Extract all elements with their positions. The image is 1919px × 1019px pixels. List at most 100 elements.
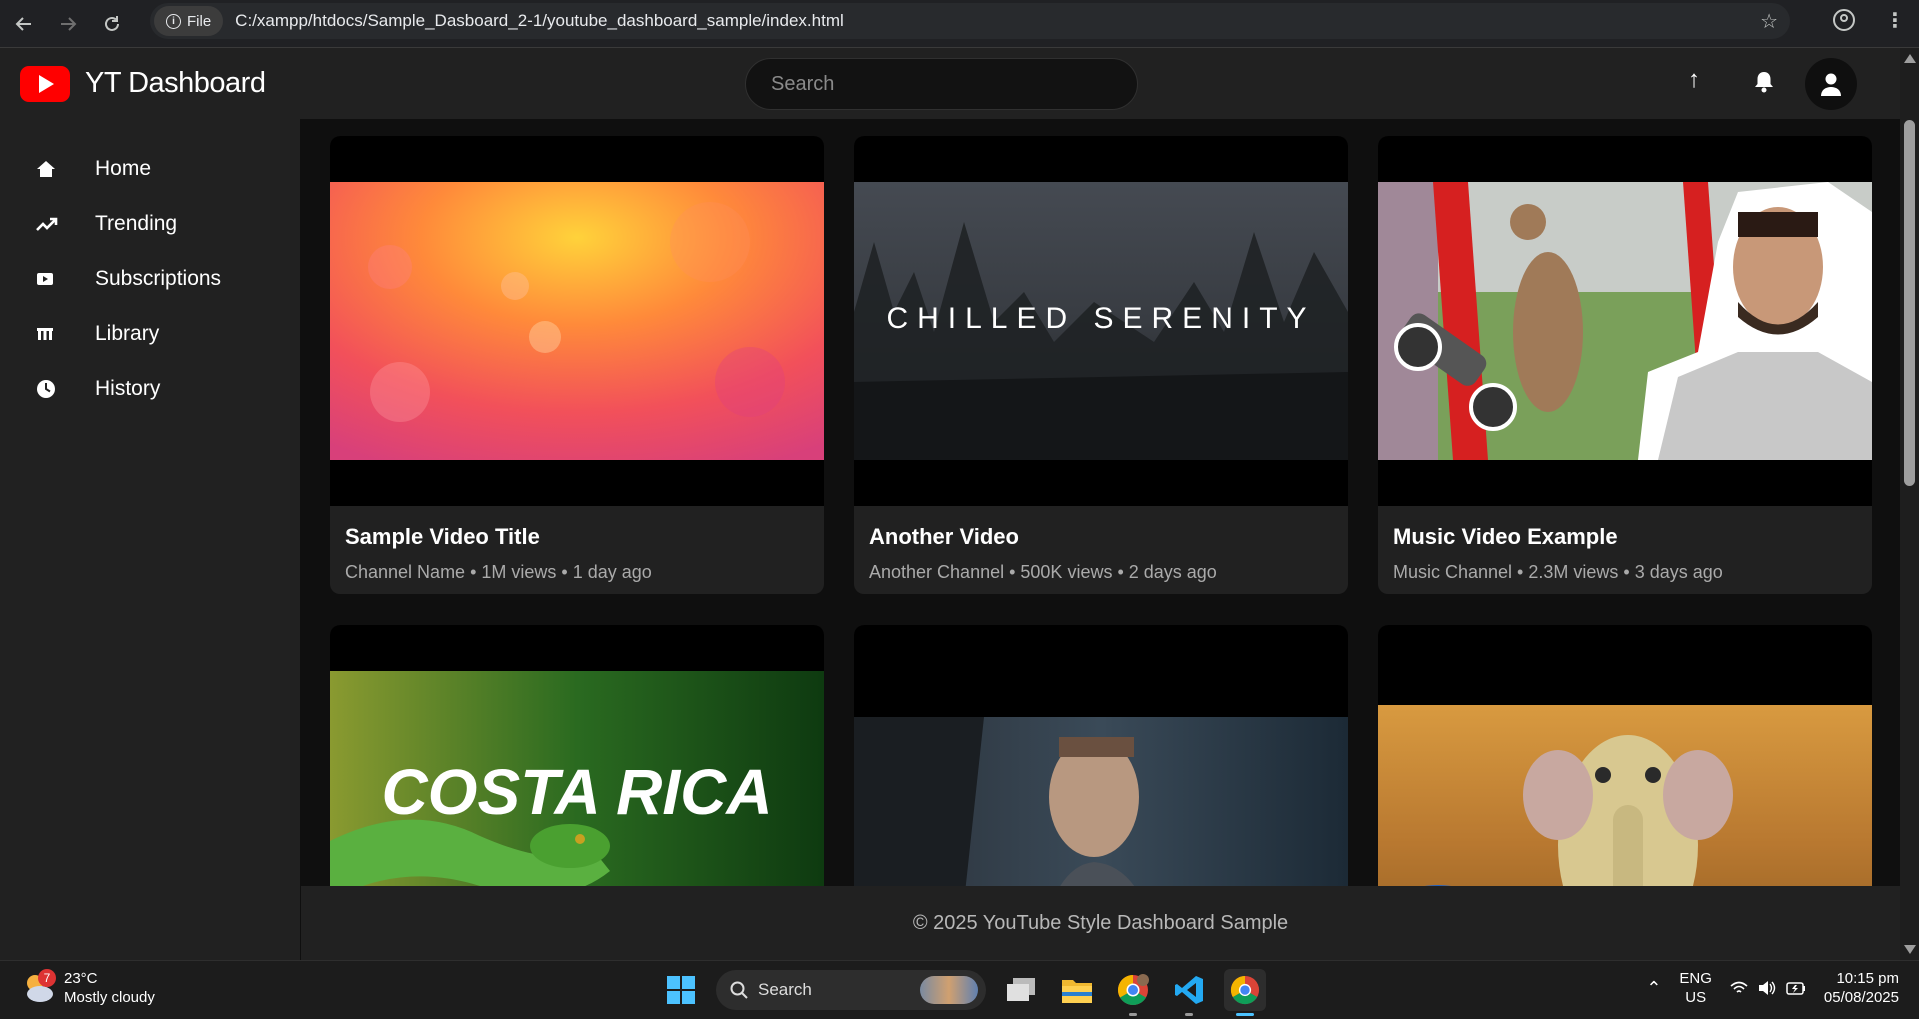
man-thumbnail-image (854, 717, 1348, 886)
wifi-icon (1730, 981, 1748, 993)
subscriptions-icon (37, 272, 53, 285)
video-thumbnail[interactable]: COSTA RICA (330, 625, 824, 886)
video-card[interactable]: CHILLED SERENITY Another Video Another C… (854, 136, 1348, 594)
back-button[interactable] (4, 4, 44, 44)
sidebar-item-label: Library (95, 321, 160, 345)
user-icon (1821, 73, 1841, 96)
running-indicator (1185, 1013, 1193, 1016)
scroll-thumb[interactable] (1904, 120, 1915, 486)
kangaroo-thumbnail-image (1378, 182, 1872, 460)
windows-taskbar: 7 23°C Mostly cloudy Search ⌃ ENG US 10:… (0, 960, 1919, 1019)
sidebar-item-subscriptions[interactable]: Subscriptions (0, 251, 300, 306)
address-bar[interactable]: i File C:/xampp/htdocs/Sample_Dasboard_2… (150, 3, 1790, 39)
elephant-thumbnail-image (1378, 705, 1872, 886)
video-thumbnail[interactable] (1378, 625, 1872, 886)
search-input[interactable] (745, 58, 1138, 110)
language-indicator[interactable]: ENG US (1679, 969, 1712, 1007)
weather-widget[interactable]: 7 23°C Mostly cloudy (22, 969, 155, 1007)
forward-arrow-icon (61, 16, 77, 31)
task-view-icon[interactable] (1000, 969, 1042, 1011)
video-card[interactable] (854, 625, 1348, 886)
weather-desc: Mostly cloudy (64, 989, 155, 1006)
video-thumbnail[interactable] (854, 625, 1348, 886)
clock[interactable]: 10:15 pm 05/08/2025 (1824, 969, 1899, 1007)
browser-menu-icon[interactable]: ⋮ (1885, 8, 1905, 33)
taskbar-search-label: Search (758, 980, 812, 999)
footer-text: © 2025 YouTube Style Dashboard Sample (912, 911, 1289, 934)
notifications-bell-icon[interactable] (1750, 68, 1778, 96)
video-thumbnail[interactable] (1378, 136, 1872, 506)
thumbnail-overlay-text: COSTA RICA (381, 756, 773, 828)
video-title[interactable]: Another Video (869, 524, 1333, 550)
search-icon (730, 981, 748, 999)
sidebar-item-label: Home (95, 156, 152, 180)
browser-profile-icon[interactable] (1833, 9, 1855, 31)
sidebar-item-trending[interactable]: Trending (0, 196, 300, 251)
windows-start-icon[interactable] (660, 969, 702, 1011)
bokeh-thumbnail-image (330, 182, 824, 460)
trending-icon (36, 217, 58, 231)
app-header: YT Dashboard ↑ (0, 48, 1900, 119)
chevron-up-icon[interactable]: ⌃ (1646, 978, 1661, 999)
video-card[interactable]: Music Video Example Music Channel • 2.3M… (1378, 136, 1872, 594)
scroll-up-arrow-icon[interactable] (1904, 54, 1916, 63)
reload-icon (105, 15, 119, 31)
forward-button[interactable] (48, 4, 88, 44)
file-explorer-icon[interactable] (1056, 969, 1098, 1011)
reload-button[interactable] (92, 4, 132, 44)
info-icon: i (166, 13, 181, 29)
weather-cloud-icon: 7 (22, 969, 56, 1005)
video-meta: Another Channel • 500K views • 2 days ag… (869, 562, 1217, 582)
video-title[interactable]: Music Video Example (1393, 524, 1857, 550)
site-info-chip[interactable]: i File (154, 6, 224, 36)
video-meta: Channel Name • 1M views • 1 day ago (345, 562, 652, 582)
browser-toolbar: i File C:/xampp/htdocs/Sample_Dasboard_2… (0, 0, 1919, 48)
video-card[interactable]: COSTA RICA (330, 625, 824, 886)
lang-bottom: US (1685, 989, 1707, 1006)
thumbnail-overlay-text: CHILLED SERENITY (886, 302, 1316, 335)
vscode-icon[interactable] (1168, 969, 1210, 1016)
video-card[interactable]: Sample Video Title Channel Name • 1M vie… (330, 136, 824, 594)
back-arrow-icon (15, 16, 31, 31)
home-icon (37, 160, 55, 177)
taskbar-search[interactable]: Search (716, 970, 986, 1010)
sidebar-item-label: Subscriptions (95, 266, 222, 290)
upload-icon[interactable]: ↑ (1688, 66, 1700, 94)
youtube-logo-icon[interactable] (20, 65, 70, 102)
chrome-profile-icon[interactable] (1112, 969, 1154, 1016)
video-card[interactable] (1378, 625, 1872, 886)
video-title[interactable]: Sample Video Title (345, 524, 809, 550)
system-tray[interactable] (1730, 980, 1806, 996)
page-footer: © 2025 YouTube Style Dashboard Sample (301, 886, 1900, 960)
library-icon (37, 327, 53, 340)
chrome-icon[interactable] (1224, 969, 1266, 1016)
user-avatar[interactable] (1805, 58, 1857, 110)
sidebar-item-label: Trending (95, 211, 178, 235)
video-thumbnail[interactable] (330, 136, 824, 506)
clock-time: 10:15 pm (1836, 970, 1899, 987)
sidebar-item-home[interactable]: Home (0, 141, 300, 196)
sidebar-item-library[interactable]: Library (0, 306, 300, 361)
file-label: File (187, 12, 212, 30)
history-icon (37, 379, 55, 398)
url-text[interactable]: C:/xampp/htdocs/Sample_Dasboard_2-1/yout… (235, 11, 844, 31)
video-thumbnail[interactable]: CHILLED SERENITY (854, 136, 1348, 506)
scroll-down-arrow-icon[interactable] (1904, 945, 1916, 954)
video-grid: Sample Video Title Channel Name • 1M vie… (301, 119, 1900, 886)
page-scrollbar[interactable] (1900, 48, 1919, 960)
app-title[interactable]: YT Dashboard (85, 67, 266, 100)
video-meta: Music Channel • 2.3M views • 3 days ago (1393, 562, 1723, 582)
sidebar: Home Trending Subscriptions Library Hist… (0, 119, 300, 960)
weather-badge: 7 (38, 969, 56, 987)
sidebar-item-label: History (95, 376, 161, 400)
weather-temp: 23°C (64, 970, 98, 987)
active-indicator (1236, 1013, 1254, 1016)
lang-top: ENG (1679, 970, 1712, 987)
battery-icon (1786, 982, 1805, 995)
volume-icon (1758, 981, 1776, 995)
sidebar-item-history[interactable]: History (0, 361, 300, 416)
bookmark-star-icon[interactable]: ☆ (1760, 9, 1778, 34)
search-highlight-icon (920, 976, 978, 1004)
clock-date: 05/08/2025 (1823, 989, 1899, 1006)
running-indicator (1129, 1013, 1137, 1016)
